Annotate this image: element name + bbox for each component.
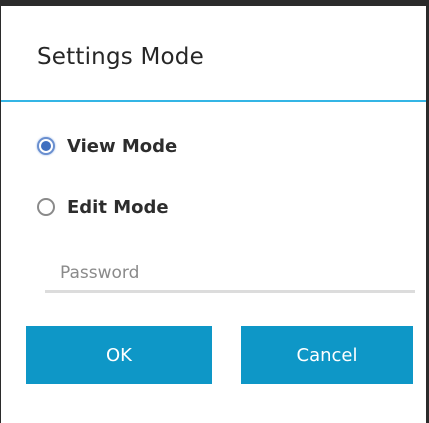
title-divider [1,100,426,102]
edit-mode-option[interactable]: Edit Mode [37,195,169,219]
password-field[interactable]: Password [45,253,415,293]
view-mode-radio[interactable] [37,137,55,155]
edit-mode-radio[interactable] [37,198,55,216]
cancel-button[interactable]: Cancel [241,326,413,384]
edit-mode-label: Edit Mode [67,196,169,218]
settings-mode-dialog: Settings Mode View Mode Edit Mode Passwo… [1,6,426,423]
ok-button[interactable]: OK [26,326,212,384]
password-placeholder: Password [60,263,140,283]
dialog-title: Settings Mode [37,44,204,70]
password-underline [45,290,415,293]
view-mode-option[interactable]: View Mode [37,134,177,158]
view-mode-label: View Mode [67,135,178,157]
